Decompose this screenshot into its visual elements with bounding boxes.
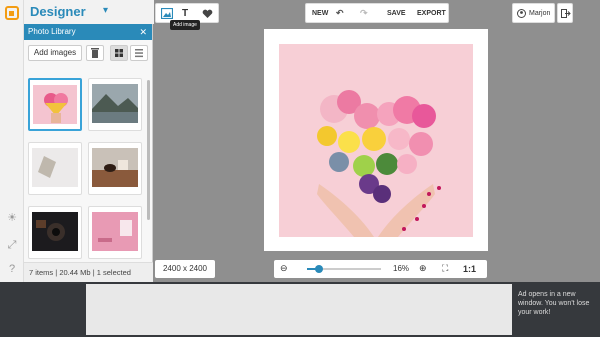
panel-scrollbar[interactable] — [147, 80, 150, 220]
item-count: 7 items — [29, 268, 54, 277]
designer-logo-icon[interactable] — [5, 6, 19, 20]
left-rail: ☀ ⤢ ? — [0, 0, 24, 282]
export-button[interactable]: EXPORT — [417, 10, 446, 17]
zoom-percent: 16% — [393, 264, 410, 273]
ad-notice: Ad opens in a new window. You won't lose… — [518, 291, 590, 316]
close-icon[interactable]: ✕ — [139, 24, 147, 40]
user-icon — [517, 9, 526, 18]
trash-icon[interactable] — [86, 45, 104, 61]
ad-slot[interactable] — [86, 284, 512, 335]
brand-header: Designer ▾ — [24, 0, 154, 24]
bulb-icon[interactable]: ☀ — [6, 212, 18, 224]
thumbnail-heart-flowers[interactable] — [28, 78, 82, 131]
file-toolbar: NEW ↶ ↷ SAVE EXPORT — [305, 3, 449, 23]
thumbnail-image — [92, 148, 138, 187]
selected-count: 1 selected — [96, 268, 131, 277]
zoom-in-icon[interactable]: ⊕ — [419, 263, 427, 274]
status-separator: | — [55, 268, 58, 277]
thumbnail-price-tag[interactable] — [28, 142, 82, 195]
text-icon[interactable]: T — [182, 8, 188, 19]
chevron-down-icon[interactable]: ▾ — [103, 5, 108, 16]
thumbnail-pink-desk[interactable] — [88, 206, 142, 259]
status-separator: | — [92, 268, 95, 277]
thumbnail-mountain-lake[interactable] — [88, 78, 142, 131]
fullscreen-icon[interactable]: ⤢ — [6, 239, 18, 251]
image-icon[interactable] — [161, 8, 173, 19]
heart-icon[interactable] — [202, 9, 213, 19]
thumbnail-image — [92, 212, 138, 251]
user-menu[interactable]: Marjon — [512, 3, 555, 23]
canvas-dimensions: 2400 x 2400 — [155, 260, 215, 278]
canvas-image[interactable] — [279, 44, 473, 237]
redo-icon[interactable]: ↷ — [360, 8, 368, 19]
library-status: 7 items | 20.44 Mb | 1 selected — [24, 262, 153, 282]
logout-icon — [561, 9, 571, 18]
add-images-button[interactable]: Add images — [28, 45, 82, 61]
panel-tools: Add images — [24, 40, 152, 66]
grid-view-icon[interactable] — [110, 45, 128, 61]
thumbnail-image — [32, 148, 78, 187]
panel-title: Photo Library — [28, 27, 76, 36]
tooltip: Add image — [170, 20, 200, 30]
library-size: 20.44 Mb — [59, 268, 91, 277]
undo-icon[interactable]: ↶ — [336, 8, 344, 19]
thumbnail-coffee-table[interactable] — [88, 142, 142, 195]
help-icon[interactable]: ? — [6, 263, 18, 275]
brand-name[interactable]: Designer — [30, 4, 86, 19]
zoom-controls: ⊖ 16% ⊕ ⛶ 1:1 — [274, 260, 487, 278]
user-name: Marjon — [529, 10, 551, 17]
new-button[interactable]: NEW — [312, 10, 328, 17]
photo-library-panel: Photo Library ✕ Add images 7 items | 20.… — [24, 24, 153, 282]
design-canvas[interactable] — [264, 29, 488, 251]
save-button[interactable]: SAVE — [387, 10, 406, 17]
thumbnail-image — [33, 85, 77, 124]
list-view-icon[interactable] — [130, 45, 148, 61]
fit-screen-icon[interactable]: ⛶ — [442, 263, 448, 274]
logout-button[interactable] — [557, 3, 573, 23]
panel-header: Photo Library ✕ — [24, 24, 152, 40]
thumbnail-image — [92, 84, 138, 123]
app: ☀ ⤢ ? Designer ▾ Photo Library ✕ Add ima… — [0, 0, 600, 282]
thumbnail-image — [32, 212, 78, 251]
zoom-out-icon[interactable]: ⊖ — [280, 263, 288, 274]
actual-size-button[interactable]: 1:1 — [463, 264, 476, 274]
thumbnail-camera-gear[interactable] — [28, 206, 82, 259]
zoom-slider-handle[interactable] — [314, 265, 323, 273]
